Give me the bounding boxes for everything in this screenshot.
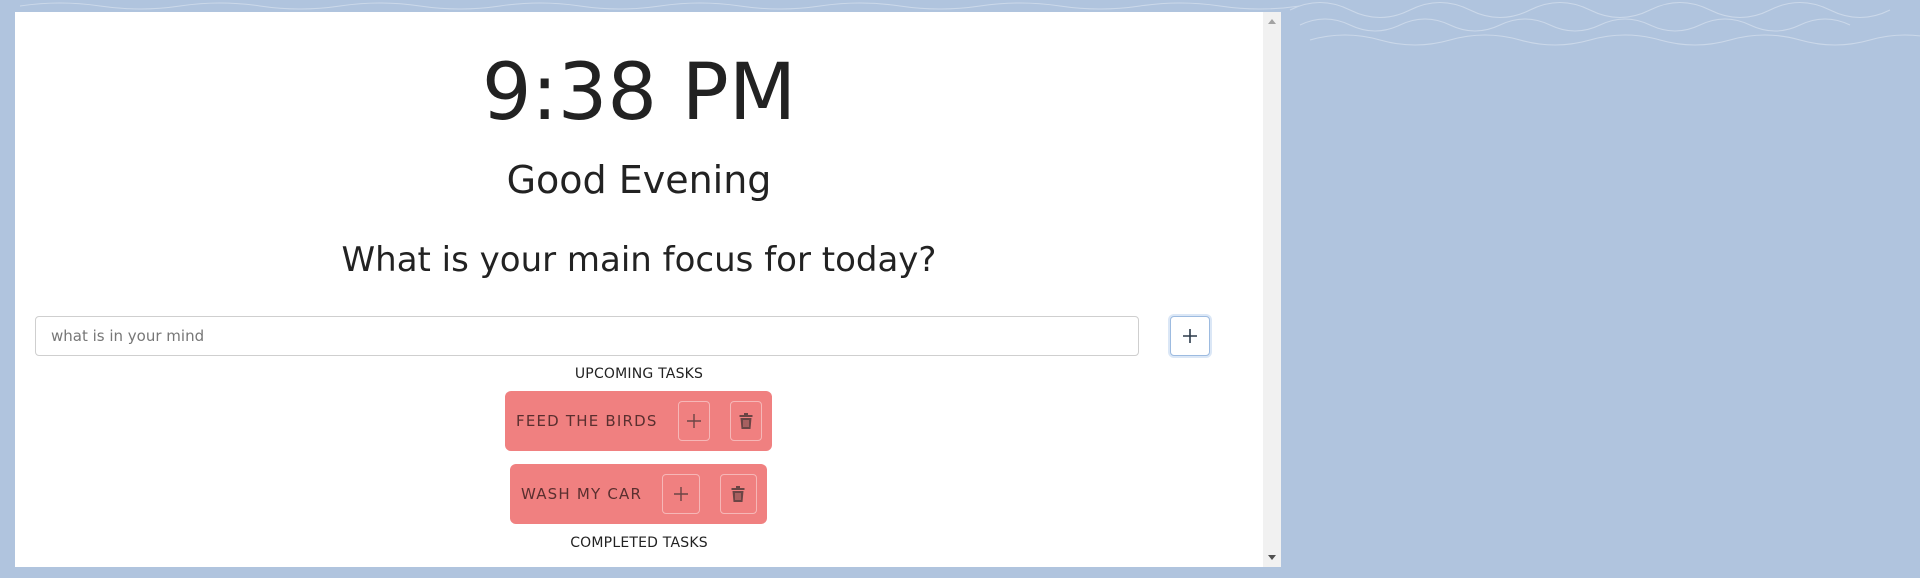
greeting-text: Good Evening [506, 158, 772, 202]
add-task-button[interactable] [1170, 316, 1210, 356]
completed-tasks-label: COMPLETED TASKS [570, 535, 708, 551]
delete-task-button[interactable] [719, 474, 757, 514]
scroll-up-arrow-icon[interactable] [1268, 19, 1276, 24]
delete-task-button[interactable] [729, 401, 762, 441]
complete-task-button[interactable] [662, 474, 700, 514]
plus-icon [1183, 329, 1197, 343]
complete-task-button[interactable] [677, 401, 710, 441]
task-text: FEED THE BIRDS [516, 412, 658, 430]
trash-icon [739, 413, 753, 429]
task-input[interactable] [35, 316, 1139, 356]
focus-question: What is your main focus for today? [341, 240, 937, 280]
dashboard-content: 9:38 PM Good Evening What is your main f… [15, 12, 1263, 567]
plus-icon [673, 487, 688, 501]
vertical-scrollbar[interactable] [1263, 12, 1281, 567]
scroll-down-arrow-icon[interactable] [1268, 555, 1276, 560]
plus-icon [686, 414, 701, 428]
task-text: WASH MY CAR [521, 485, 643, 503]
task-card: FEED THE BIRDS [505, 391, 772, 451]
main-panel: 9:38 PM Good Evening What is your main f… [15, 12, 1281, 567]
task-card: WASH MY CAR [510, 464, 767, 524]
clock-display: 9:38 PM [481, 48, 797, 138]
trash-icon [731, 486, 745, 502]
upcoming-tasks-label: UPCOMING TASKS [574, 366, 704, 382]
